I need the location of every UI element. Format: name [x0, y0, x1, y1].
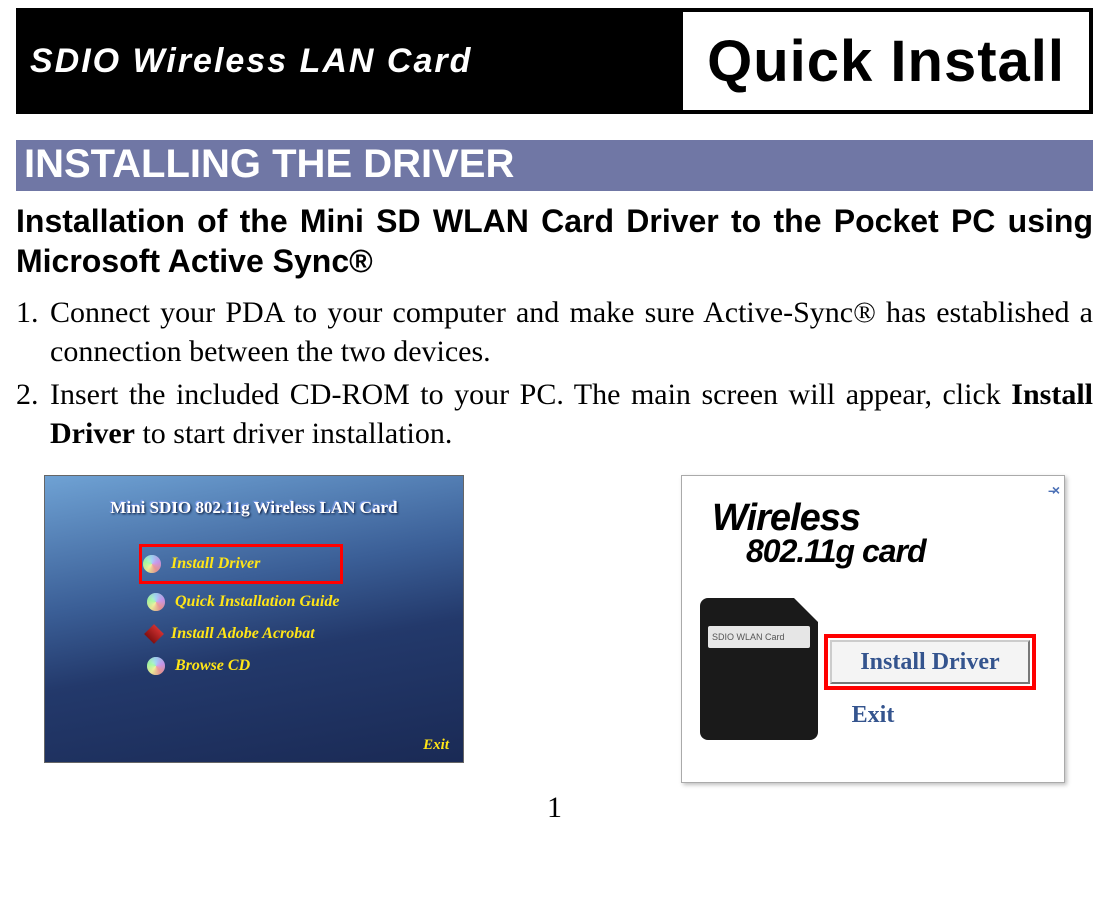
install-driver-button[interactable]: Install Driver — [830, 640, 1030, 684]
install-driver-highlight: Install Driver — [824, 634, 1036, 690]
exit-button[interactable]: Exit — [682, 702, 1064, 729]
disc-icon — [143, 555, 161, 573]
page-number: 1 — [16, 791, 1093, 825]
installer-screenshot-left: Mini SDIO 802.11g Wireless LAN Card Inst… — [44, 475, 464, 763]
menu-quick-guide[interactable]: Quick Installation Guide — [147, 586, 339, 618]
step-list: 1. Connect your PDA to your computer and… — [16, 293, 1093, 453]
installer-title: Mini SDIO 802.11g Wireless LAN Card — [45, 476, 463, 518]
title-line2: 802.11g card — [746, 536, 926, 566]
screenshots-row: Mini SDIO 802.11g Wireless LAN Card Inst… — [16, 475, 1093, 783]
banner-left: SDIO Wireless LAN Card — [20, 12, 679, 110]
installer-menu: Install Driver Quick Installation Guide … — [147, 548, 339, 682]
menu-install-acrobat[interactable]: Install Adobe Acrobat — [147, 618, 339, 650]
exit-button[interactable]: Exit — [423, 737, 449, 754]
acrobat-icon — [144, 624, 164, 644]
menu-label: Install Adobe Acrobat — [171, 625, 315, 643]
step-number: 2. — [16, 375, 50, 453]
menu-label: Quick Installation Guide — [175, 593, 339, 611]
title-line1: Wireless — [712, 500, 926, 536]
step-body: Connect your PDA to your computer and ma… — [50, 293, 1093, 371]
step-body: Insert the included CD-ROM to your PC. T… — [50, 375, 1093, 453]
menu-browse-cd[interactable]: Browse CD — [147, 650, 339, 682]
step-text-a: Insert the included CD-ROM to your PC. T… — [50, 378, 1011, 411]
step-2: 2. Insert the included CD-ROM to your PC… — [16, 375, 1093, 453]
installer-big-title: Wireless 802.11g card — [712, 500, 926, 566]
sub-heading: Installation of the Mini SD WLAN Card Dr… — [16, 201, 1093, 281]
card-notch — [793, 597, 819, 623]
step-1: 1. Connect your PDA to your computer and… — [16, 293, 1093, 371]
menu-label: Browse CD — [175, 657, 250, 675]
title-banner: SDIO Wireless LAN Card Quick Install — [16, 8, 1093, 114]
window-controls[interactable]: – × — [1048, 482, 1056, 498]
menu-label: Install Driver — [171, 555, 260, 573]
banner-right: Quick Install — [679, 12, 1089, 110]
disc-icon — [147, 657, 165, 675]
step-text-b: to start driver installation. — [135, 417, 452, 450]
installer-screenshot-right: – × Wireless 802.11g card SDIO WLAN Card… — [681, 475, 1065, 783]
step-number: 1. — [16, 293, 50, 371]
section-heading: INSTALLING THE DRIVER — [16, 140, 1093, 191]
menu-install-driver[interactable]: Install Driver — [143, 548, 339, 580]
card-label: SDIO WLAN Card — [708, 626, 810, 648]
disc-icon — [147, 593, 165, 611]
